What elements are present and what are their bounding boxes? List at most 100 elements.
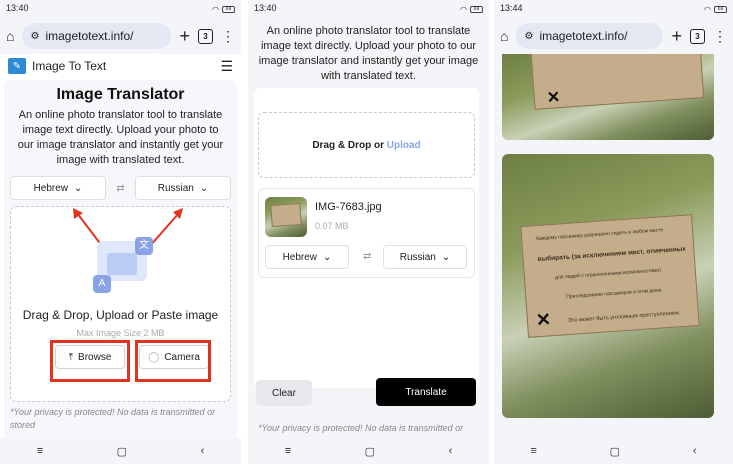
battery-icon: 69 [714, 5, 727, 13]
status-bar: 13:44 ◠ 69 [494, 0, 733, 18]
page-content: An online photo translator tool to trans… [248, 18, 489, 438]
battery-icon: 69 [222, 5, 235, 13]
highlight-box-camera [135, 340, 211, 382]
image-dropzone[interactable]: 文 A Drag & Drop, Upload or Paste image M… [10, 206, 231, 402]
sign-original: ✕ [529, 54, 705, 110]
status-time: 13:40 [254, 3, 277, 13]
more-menu-icon[interactable]: ⋮ [713, 28, 727, 45]
drop-instruction: Drag & Drop, Upload or Paste image [22, 308, 219, 322]
url-text: imagetotext.info/ [539, 29, 628, 43]
chevron-down-icon: ⌄ [199, 182, 209, 194]
target-language-select[interactable]: Russian ⌄ [134, 176, 231, 200]
status-time: 13:40 [6, 3, 29, 13]
privacy-note: *Your privacy is protected! No data is t… [258, 423, 464, 433]
home-nav-icon[interactable]: ▢ [365, 445, 375, 458]
file-card: IMG-7683.jpg 0.07 MB Hebrew ⌄ ⇄ Russian ⌄ [258, 188, 475, 278]
recents-icon[interactable]: ≡ [285, 445, 291, 457]
divider [241, 0, 247, 464]
chevron-down-icon: ⌄ [323, 251, 332, 263]
home-icon[interactable]: ⌂ [500, 28, 508, 44]
browser-toolbar: ⌂ ⚙ imagetotext.info/ + 3 ⋮ [494, 20, 733, 52]
address-bar[interactable]: ⚙ imagetotext.info/ [22, 23, 172, 49]
file-name: IMG-7683.jpg [315, 201, 382, 213]
back-icon[interactable]: ‹ [201, 445, 205, 457]
tabs-button[interactable]: 3 [690, 28, 705, 44]
chevron-down-icon: ⌄ [74, 182, 83, 194]
site-name[interactable]: Image To Text [32, 59, 106, 73]
sign-line-4: Преследование пассажиров в этом доме [566, 287, 662, 301]
home-nav-icon[interactable]: ▢ [610, 445, 620, 458]
drop-instruction: Drag & Drop or [312, 139, 387, 151]
upload-link[interactable]: Upload [387, 140, 421, 151]
back-icon[interactable]: ‹ [449, 445, 453, 457]
status-bar: 13:40 ◠ 69 [248, 0, 489, 18]
hamburger-menu-icon[interactable]: ☰ [220, 58, 233, 75]
translate-label: Translate [405, 386, 447, 398]
recents-icon[interactable]: ≡ [37, 445, 43, 457]
page-description: An online photo translator tool to trans… [258, 25, 479, 82]
translator-card: Drag & Drop or Upload IMG-7683.jpg 0.07 … [254, 88, 479, 388]
page-content: ✕ Каждому пассажиру разрешено сидеть в л… [494, 54, 733, 438]
page-title: Image Translator [56, 86, 185, 103]
home-nav-icon[interactable]: ▢ [117, 445, 127, 458]
highlight-box-browse [50, 340, 130, 382]
page-description: An online photo translator tool to trans… [17, 109, 224, 166]
browser-toolbar: ⌂ ⚙ imagetotext.info/ + 3 ⋮ [0, 20, 241, 52]
image-icon [107, 253, 137, 275]
sign-thumbnail [270, 202, 302, 228]
swap-languages-icon[interactable]: ⇄ [116, 183, 124, 194]
translate-icon: 文 [135, 237, 153, 255]
language-row: Hebrew ⌄ ⇄ Russian ⌄ [4, 176, 237, 200]
screen-file-selected: 13:40 ◠ 69 An online photo translator too… [248, 0, 489, 464]
x-mark-icon: ✕ [535, 309, 552, 331]
original-image: ✕ [502, 54, 714, 140]
target-language-label: Russian [399, 251, 436, 263]
clear-label: Clear [272, 387, 296, 399]
sign-line-1: Каждому пассажиру разрешено сидеть в люб… [536, 227, 664, 243]
system-nav-bar: ≡ ▢ ‹ [494, 438, 733, 464]
sign-line-3: для людей с ограниченными возможностями) [554, 267, 662, 281]
image-dropzone[interactable]: Drag & Drop or Upload [258, 112, 475, 178]
target-language-label: Russian [157, 182, 194, 194]
wifi-icon: ◠ [212, 4, 219, 14]
sign-line-2: выбирать (за исключением мест, отмеченны… [537, 245, 687, 263]
status-time: 13:44 [500, 3, 523, 13]
translated-image: Каждому пассажиру разрешено сидеть в люб… [502, 154, 714, 418]
page-content: ✎ Image To Text ☰ Image Translator An on… [0, 54, 241, 438]
system-nav-bar: ≡ ▢ ‹ [248, 438, 489, 464]
site-settings-icon[interactable]: ⚙ [30, 31, 39, 42]
chevron-down-icon: ⌄ [441, 251, 451, 263]
target-language-select[interactable]: Russian ⌄ [383, 245, 467, 269]
home-icon[interactable]: ⌂ [6, 28, 14, 44]
privacy-note: *Your privacy is protected! No data is t… [10, 407, 216, 430]
source-language-label: Hebrew [33, 182, 69, 194]
status-bar: 13:40 ◠ 69 [0, 0, 241, 18]
more-menu-icon[interactable]: ⋮ [221, 28, 235, 45]
wifi-icon: ◠ [460, 4, 467, 14]
screen-upload: 13:40 ◠ 69 ⌂ ⚙ imagetotext.info/ + 3 ⋮ ✎ … [0, 0, 241, 464]
back-icon[interactable]: ‹ [693, 445, 697, 457]
new-tab-icon[interactable]: + [671, 26, 682, 47]
source-language-select[interactable]: Hebrew ⌄ [265, 245, 349, 269]
recents-icon[interactable]: ≡ [530, 445, 536, 457]
battery-icon: 69 [470, 5, 483, 13]
file-thumbnail [265, 197, 307, 237]
site-header: ✎ Image To Text ☰ [0, 54, 241, 78]
address-bar[interactable]: ⚙ imagetotext.info/ [516, 23, 664, 49]
wifi-icon: ◠ [704, 4, 711, 14]
site-logo-icon[interactable]: ✎ [8, 58, 26, 74]
translator-card: Image Translator An online photo transla… [4, 80, 237, 438]
clear-button[interactable]: Clear [256, 380, 312, 406]
screen-result: 13:44 ◠ 69 ⌂ ⚙ imagetotext.info/ + 3 ⋮ ✕ … [494, 0, 733, 464]
url-text: imagetotext.info/ [45, 29, 134, 43]
letter-a-icon: A [93, 275, 111, 293]
swap-languages-icon[interactable]: ⇄ [363, 251, 371, 262]
translate-button[interactable]: Translate [376, 378, 476, 406]
source-language-select[interactable]: Hebrew ⌄ [10, 176, 106, 200]
x-mark-icon: ✕ [546, 89, 561, 107]
source-language-label: Hebrew [282, 251, 318, 263]
tabs-button[interactable]: 3 [198, 28, 213, 44]
new-tab-icon[interactable]: + [179, 26, 190, 47]
file-size: 0.07 MB [315, 221, 349, 231]
site-settings-icon[interactable]: ⚙ [524, 31, 533, 42]
